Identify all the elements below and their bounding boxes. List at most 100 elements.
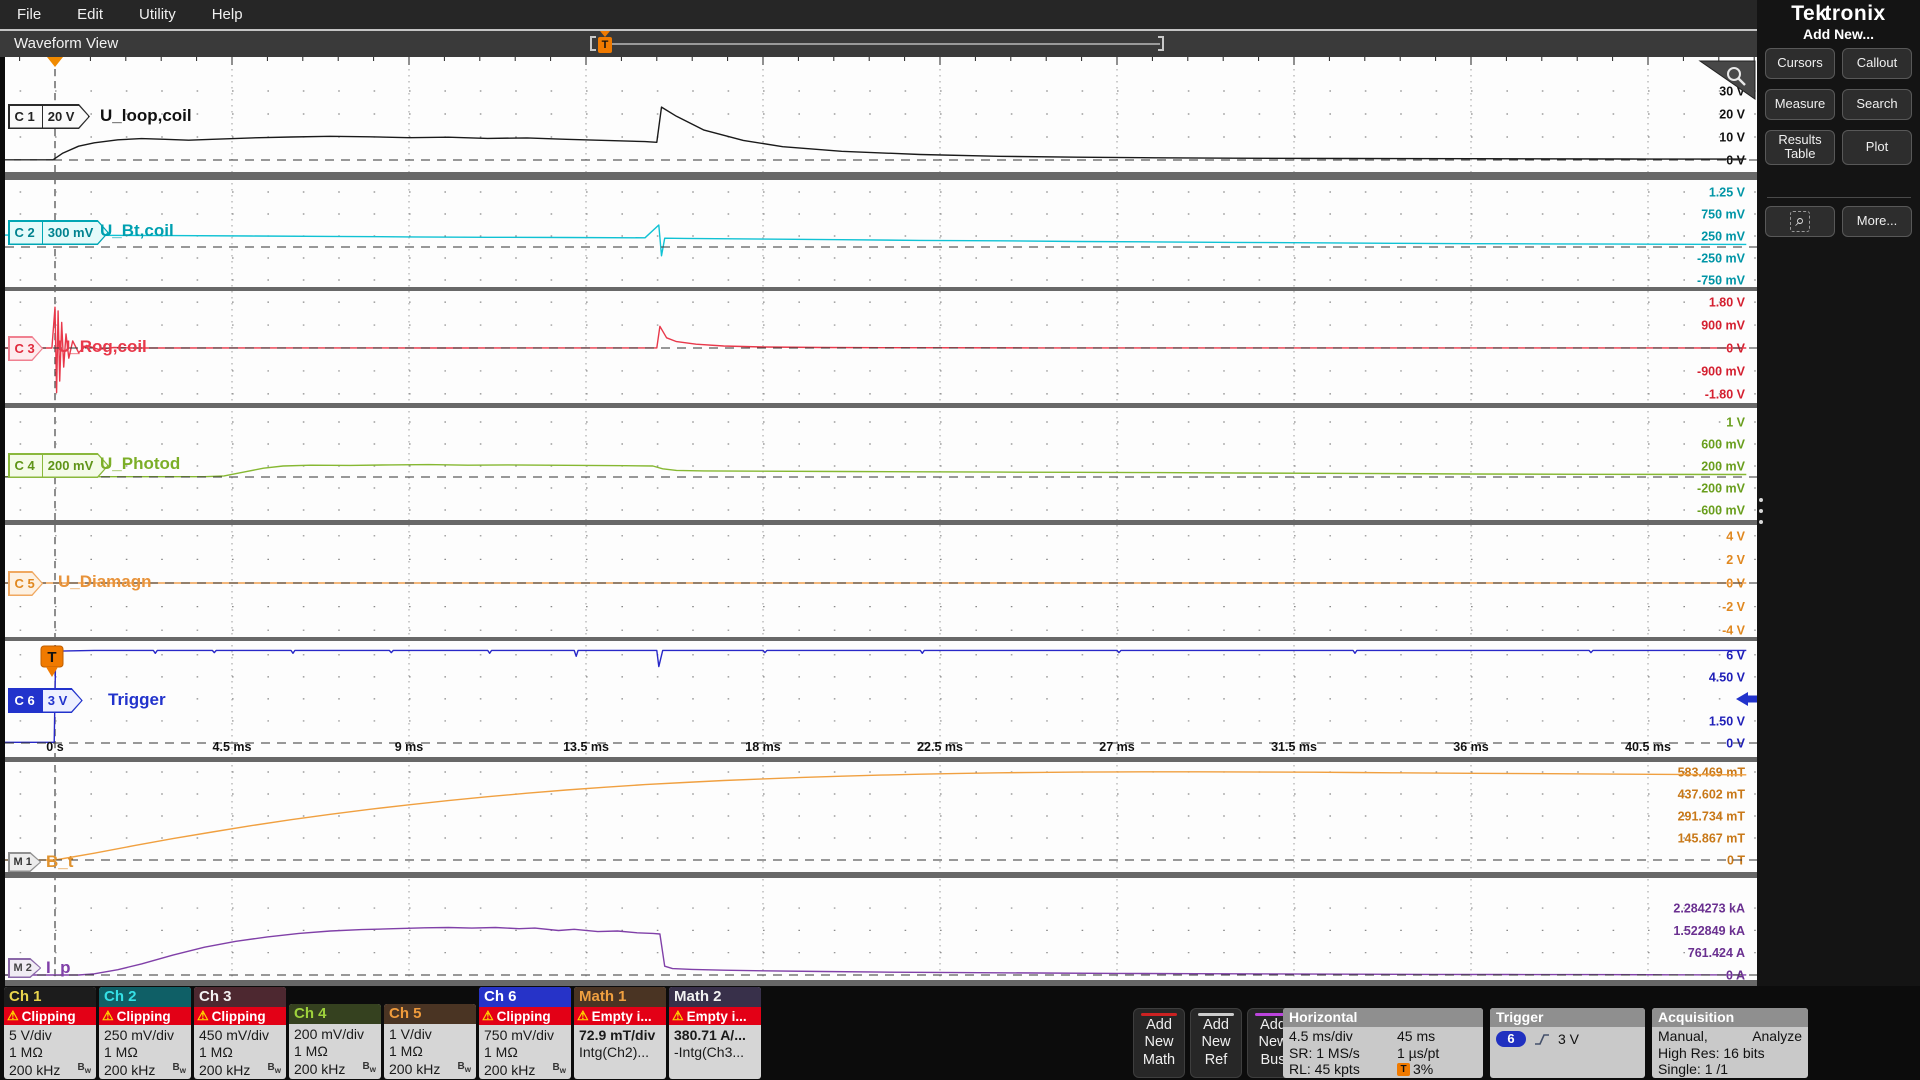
menu-file[interactable]: File [17,6,41,23]
axis-label-m1: 583.469 mT [1678,766,1746,780]
time-tick-label: 22.5 ms [917,740,963,754]
bottom-badge-ch-3[interactable]: Ch 3⚠Clipping450 mV/div1 MΩ200 kHzBw [194,987,286,1079]
bottom-badge-title: Math 1 [574,987,666,1007]
badge-warning-text: ⚠Clipping [194,1007,286,1025]
axis-label-c4: -200 mV [1697,482,1746,496]
zoom-overview-left-bracket[interactable] [590,36,596,51]
badge-setting-row: Intg(Ch2)... [574,1043,666,1061]
scope-badge-cell: 200 mV [42,455,108,477]
scope-badge-cell: 20 V [42,106,89,128]
scope-badge-c4[interactable]: C 4200 mV [8,453,109,478]
badge-setting-row: 250 mV/div [99,1025,191,1043]
horizontal-panel-title: Horizontal [1283,1008,1483,1027]
bottom-badge-title: Ch 1 [4,987,96,1007]
bottom-badge-ch-4[interactable]: Ch 4200 mV/div1 MΩ200 kHzBw [289,1004,381,1079]
horizontal-scale: 4.5 ms/div [1289,1028,1397,1045]
acquisition-detail: High Res: 16 bits [1658,1045,1802,1062]
badge-warning-text: ⚠Empty i... [669,1007,761,1025]
trigger-level: 3 V [1558,1031,1579,1047]
time-tick-label: 18 ms [745,740,780,754]
horizontal-panel[interactable]: Horizontal 4.5 ms/div 45 ms SR: 1 MS/s 1… [1283,1008,1483,1078]
axis-label-m1: 145.867 mT [1678,832,1746,846]
bottom-badge-math-2[interactable]: Math 2⚠Empty i...380.71 A/...-Intg(Ch3..… [669,987,761,1079]
badge-setting-row: 200 kHzBw [384,1059,476,1077]
axis-label-c5: -2 V [1722,600,1746,614]
bandwidth-limit-icon: Bw [553,1062,566,1075]
badge-setting-row: 1 MΩ [99,1043,191,1061]
menu-edit[interactable]: Edit [77,6,103,23]
bandwidth-limit-icon: Bw [458,1061,471,1074]
trigger-position-flag-icon[interactable]: T [598,37,612,53]
badge-setting-row: 1 V/div [384,1024,476,1042]
horizontal-window: 45 ms [1397,1028,1477,1045]
trigger-panel-title: Trigger [1490,1008,1645,1027]
badge-warning-text: ⚠Clipping [99,1007,191,1025]
trigger-panel[interactable]: Trigger 6 3 V [1490,1008,1645,1078]
scope-badge-cell: C 4 [10,455,42,477]
rising-edge-icon [1534,1032,1550,1046]
menu-utility[interactable]: Utility [139,6,176,23]
time-tick-label: 9 ms [395,740,424,754]
warning-icon: ⚠ [102,1008,114,1024]
axis-label-c3: -900 mV [1697,364,1746,378]
warning-icon: ⚠ [197,1008,209,1024]
acquisition-panel[interactable]: Acquisition Manual, Analyze High Res: 16… [1652,1008,1808,1078]
scope-badge-c6[interactable]: C 63 V [8,688,83,713]
axis-label-m2: 2.284273 kA [1673,902,1745,916]
add-new-math-button[interactable]: Add New Math [1133,1008,1185,1078]
badge-setting-row: 200 kHzBw [99,1060,191,1078]
time-tick-label: 4.5 ms [213,740,252,754]
bottom-badge-math-1[interactable]: Math 1⚠Empty i...72.9 mT/divIntg(Ch2)... [574,987,666,1079]
axis-label-m1: 291.734 mT [1678,810,1746,824]
acquisition-mode: Manual, [1658,1028,1708,1045]
tektronix-logo: Tektronix [1757,2,1920,26]
results-table-button[interactable]: Results Table [1765,130,1835,165]
badge-warning-text: ⚠Empty i... [574,1007,666,1025]
bottom-badge-ch-6[interactable]: Ch 6⚠Clipping750 mV/div1 MΩ200 kHzBw [479,987,571,1079]
badge-setting-row: 200 kHzBw [4,1060,96,1078]
scope-badge-c1[interactable]: C 120 V [8,104,90,129]
axis-label-c3: -1.80 V [1705,387,1746,401]
axis-label-c2: -250 mV [1697,252,1746,266]
plot-button[interactable]: Plot [1842,130,1912,165]
bottom-bar: Ch 1⚠Clipping5 V/div1 MΩ200 kHzBwCh 2⚠Cl… [0,986,1920,1080]
waveform-graticule[interactable]: 30 V20 V10 V0 V1.25 V750 mV250 mV-250 mV… [0,57,1757,986]
axis-label-m1: 437.602 mT [1678,788,1746,802]
badge-setting-row: 200 kHzBw [194,1060,286,1078]
zoom-overview-line[interactable] [612,43,1160,45]
scope-badge-cell: C 6 [10,690,42,712]
zoom-overview-right-bracket[interactable] [1158,36,1164,51]
trigger-source-badge: 6 [1496,1031,1526,1047]
axis-label-c2: 250 mV [1701,230,1745,244]
menu-help[interactable]: Help [212,6,243,23]
time-tick-label: 13.5 ms [563,740,609,754]
cursors-button[interactable]: Cursors [1765,48,1835,79]
badge-setting-row: 200 mV/div [289,1024,381,1042]
bottom-badge-title: Math 2 [669,987,761,1007]
search-button[interactable]: Search [1842,89,1912,120]
measure-button[interactable]: Measure [1765,89,1835,120]
splitter-handle[interactable] [1759,498,1764,524]
bottom-badge-ch-5[interactable]: Ch 51 V/div1 MΩ200 kHzBw [384,1004,476,1079]
add-new-ref-button[interactable]: Add New Ref [1190,1008,1242,1078]
sidebar-divider [1767,197,1911,198]
axis-label-c2: -750 mV [1697,274,1746,288]
time-tick-label: 31.5 ms [1271,740,1317,754]
badge-warning-text: ⚠Clipping [479,1007,571,1025]
bottom-badge-ch-1[interactable]: Ch 1⚠Clipping5 V/div1 MΩ200 kHzBw [4,987,96,1079]
badge-setting-row: 750 mV/div [479,1025,571,1043]
axis-label-c4: -600 mV [1697,504,1746,518]
zoom-box-select-button[interactable]: ⌕ [1765,206,1835,237]
warning-icon: ⚠ [482,1008,494,1024]
axis-label-c6: 4.50 V [1709,670,1746,684]
warning-icon: ⚠ [7,1008,19,1024]
scope-badge-c2[interactable]: C 2300 mV [8,220,109,245]
tab-waveform-view[interactable]: Waveform View [14,35,118,52]
callout-button[interactable]: Callout [1842,48,1912,79]
bottom-badge-title: Ch 5 [384,1004,476,1024]
more-button[interactable]: More... [1842,206,1912,237]
right-sidebar: Tektronix Add New... CursorsCalloutMeasu… [1757,0,1920,1080]
axis-label-c2: 750 mV [1701,208,1745,222]
bottom-badge-ch-2[interactable]: Ch 2⚠Clipping250 mV/div1 MΩ200 kHzBw [99,987,191,1079]
axis-label-c5: -4 V [1722,624,1746,638]
